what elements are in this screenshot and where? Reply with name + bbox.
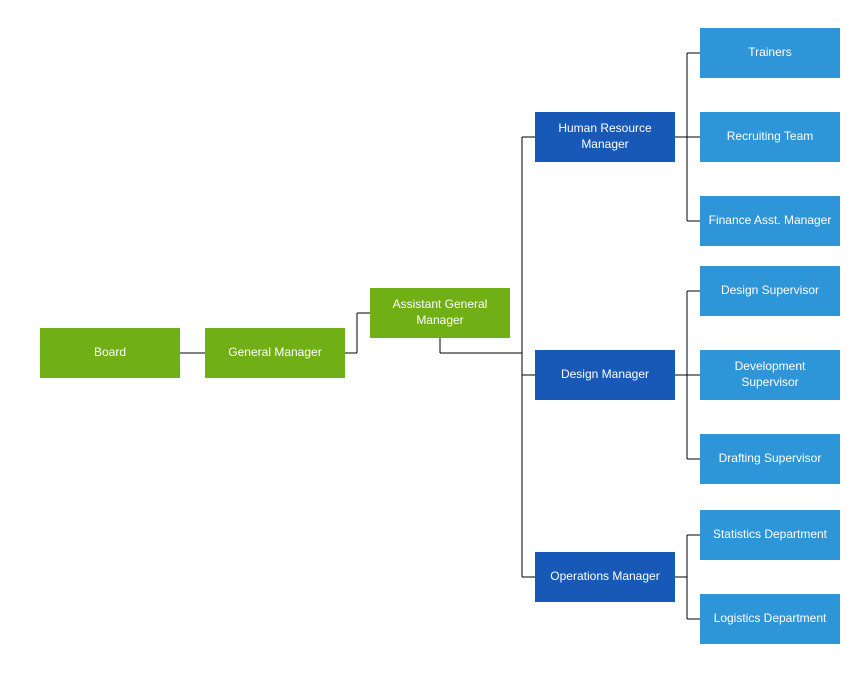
node-drafting-supervisor[interactable]: Drafting Supervisor xyxy=(700,434,840,484)
node-human-resource-manager[interactable]: Human Resource Manager xyxy=(535,112,675,162)
node-design-supervisor[interactable]: Design Supervisor xyxy=(700,266,840,316)
node-label: Recruiting Team xyxy=(727,129,813,145)
node-recruiting-team[interactable]: Recruiting Team xyxy=(700,112,840,162)
node-label: Development Supervisor xyxy=(708,359,832,390)
node-trainers[interactable]: Trainers xyxy=(700,28,840,78)
node-label: Board xyxy=(94,345,126,361)
node-assistant-general-manager[interactable]: Assistant General Manager xyxy=(370,288,510,338)
node-label: General Manager xyxy=(228,345,321,361)
node-label: Drafting Supervisor xyxy=(719,451,822,467)
node-statistics-department[interactable]: Statistics Department xyxy=(700,510,840,560)
node-label: Design Supervisor xyxy=(721,283,819,299)
node-label: Operations Manager xyxy=(550,569,659,585)
node-label: Finance Asst. Manager xyxy=(709,213,832,229)
node-label: Trainers xyxy=(748,45,792,61)
node-general-manager[interactable]: General Manager xyxy=(205,328,345,378)
node-development-supervisor[interactable]: Development Supervisor xyxy=(700,350,840,400)
node-finance-asst-manager[interactable]: Finance Asst. Manager xyxy=(700,196,840,246)
node-label: Statistics Department xyxy=(713,527,827,543)
node-operations-manager[interactable]: Operations Manager xyxy=(535,552,675,602)
node-design-manager[interactable]: Design Manager xyxy=(535,350,675,400)
node-label: Human Resource Manager xyxy=(543,121,667,152)
org-chart-canvas: Board General Manager Assistant General … xyxy=(0,0,867,674)
node-board[interactable]: Board xyxy=(40,328,180,378)
node-logistics-department[interactable]: Logistics Department xyxy=(700,594,840,644)
node-label: Assistant General Manager xyxy=(378,297,502,328)
node-label: Design Manager xyxy=(561,367,649,383)
node-label: Logistics Department xyxy=(714,611,827,627)
